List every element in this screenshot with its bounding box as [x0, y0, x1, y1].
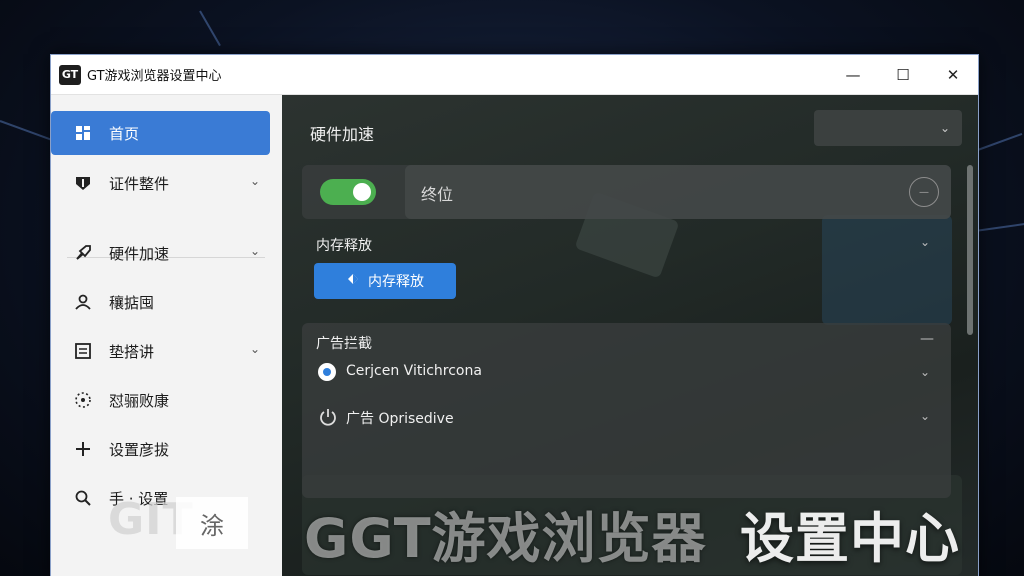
document-icon — [73, 341, 93, 361]
window-title: GT游戏浏览器设置中心 — [87, 69, 222, 84]
watermark-main: GGT游戏浏览器 — [304, 507, 707, 570]
sidebar-item-home[interactable]: 首页 — [51, 111, 270, 155]
chevron-down-icon[interactable]: ⌄ — [920, 409, 930, 423]
collapse-icon[interactable]: — — [920, 331, 934, 347]
minimize-icon: — — [845, 66, 861, 84]
title-bar[interactable]: GT GT游戏浏览器设置中心 — ☐ ✕ — [51, 55, 978, 95]
sub-label: 终位 — [421, 185, 454, 204]
circle-button[interactable]: — — [909, 177, 939, 207]
plus-icon — [73, 439, 93, 459]
top-dropdown[interactable]: ⌄ — [814, 110, 962, 146]
sidebar-item-label: 硬件加速 — [109, 244, 170, 263]
bg-line — [0, 120, 57, 143]
adblock-option-label: Cerjcen Vitichrcona — [346, 363, 482, 379]
close-button[interactable]: ✕ — [928, 55, 978, 95]
background-scenery — [822, 215, 952, 325]
sidebar-item-performance[interactable]: 怼骊败康 — [51, 378, 270, 422]
section-title: 硬件加速 — [310, 125, 375, 144]
power-icon[interactable] — [318, 407, 338, 431]
bg-line — [974, 132, 1023, 152]
sidebar-item-settings-add[interactable]: 设置彦拔 — [51, 427, 270, 471]
rocket-icon — [73, 243, 93, 263]
bg-line — [974, 223, 1024, 232]
sidebar-item-hardware-acceleration[interactable]: 硬件加速 ⌄ — [51, 231, 270, 275]
sidebar-item-label: 穰掂囤 — [109, 293, 155, 312]
maximize-icon: ☐ — [896, 66, 910, 84]
app-logo: GT — [59, 64, 81, 85]
window-controls: — ☐ ✕ — [828, 55, 978, 95]
maximize-button[interactable]: ☐ — [878, 55, 928, 95]
scrollbar[interactable] — [967, 165, 973, 335]
sidebar-item-label: 怼骊败康 — [109, 391, 170, 410]
close-icon: ✕ — [946, 66, 960, 84]
sub-panel: 终位 — — [405, 165, 951, 219]
search-icon — [73, 488, 93, 508]
adblock-card: 广告拦截 — Cerjcen Vitichrcona ⌄ 广告 Oprisedi… — [302, 323, 951, 498]
feature-toggle[interactable] — [320, 179, 376, 205]
bg-line — [199, 10, 221, 47]
gear-dots-icon — [73, 390, 93, 410]
release-icon — [346, 272, 360, 290]
watermark-right: 设置中心 — [740, 507, 960, 570]
dashboard-icon — [73, 123, 93, 143]
chevron-down-icon[interactable]: ⌄ — [920, 365, 930, 379]
memory-label: 内存释放 — [316, 238, 372, 254]
chevron-down-icon: ⌄ — [249, 244, 260, 258]
memory-release-button[interactable]: 内存释放 — [314, 263, 456, 299]
toggle-card: 终位 — — [302, 165, 951, 219]
sidebar-item-label: 证件整件 — [109, 174, 170, 193]
chevron-down-icon: ⌄ — [249, 342, 260, 356]
adblock-option-label: 广告 Oprisedive — [346, 411, 454, 427]
chevron-icon: ⌄ — [920, 235, 931, 249]
adblock-label: 广告拦截 — [316, 336, 372, 352]
minimize-button[interactable]: — — [828, 55, 878, 95]
chevron-down-icon: ⌄ — [939, 121, 950, 135]
sidebar-item-documents[interactable]: 垫搭讲 ⌄ — [51, 329, 270, 373]
minus-icon: — — [919, 186, 929, 198]
sidebar-item-certificates[interactable]: 证件整件 ⌄ — [51, 161, 270, 205]
sidebar-item-label: 设置彦拔 — [109, 440, 170, 459]
user-icon — [73, 292, 93, 312]
sidebar-item-label: 垫搭讲 — [109, 342, 155, 361]
toggle-knob — [353, 183, 371, 201]
chevron-down-icon: ⌄ — [249, 174, 260, 188]
shield-icon — [73, 173, 93, 193]
memory-release-label: 内存释放 — [368, 274, 424, 290]
sidebar-item-label: 首页 — [109, 124, 140, 143]
sidebar-item-user[interactable]: 穰掂囤 — [51, 280, 270, 324]
watermark-box: 涂 — [176, 497, 248, 549]
radio-selected[interactable] — [318, 363, 336, 381]
